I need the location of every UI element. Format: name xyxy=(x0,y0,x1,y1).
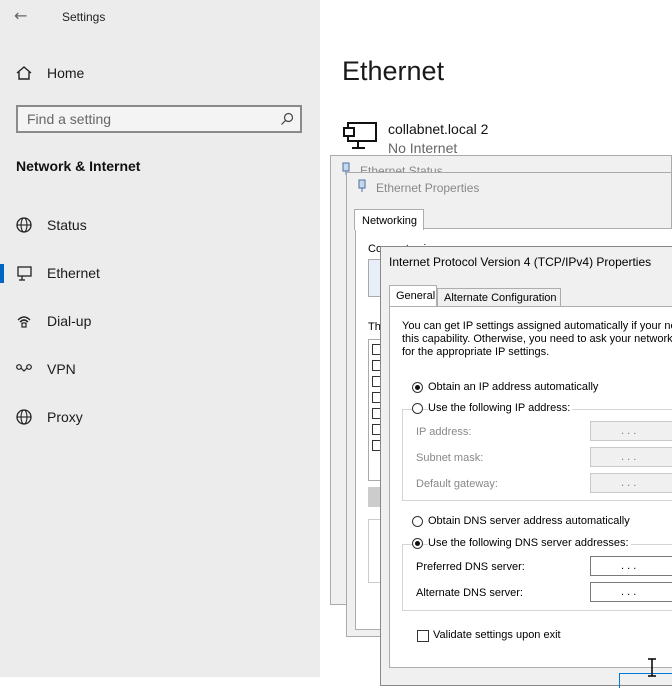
description-line-1: You can get IP settings assigned automat… xyxy=(402,320,672,332)
nav-item-status[interactable]: Status xyxy=(0,208,320,242)
search-input-wrapper[interactable] xyxy=(16,105,302,133)
active-indicator xyxy=(0,264,4,283)
use-following-ip-label[interactable]: Use the following IP address: xyxy=(428,402,573,414)
network-status: No Internet xyxy=(388,140,458,156)
subnet-mask-label: Subnet mask: xyxy=(416,452,484,464)
default-gateway-field[interactable]: . . . xyxy=(590,473,672,493)
description-line-3: for the appropriate IP settings. xyxy=(402,346,550,358)
nav-item-vpn[interactable]: VPN xyxy=(0,352,320,386)
alternate-dns-field[interactable]: . . . xyxy=(590,582,672,602)
obtain-dns-auto-radio[interactable] xyxy=(412,516,423,527)
page-title: Ethernet xyxy=(342,56,445,86)
tab-alternate-configuration[interactable]: Alternate Configuration xyxy=(437,288,561,307)
nav-item-proxy[interactable]: Proxy xyxy=(0,400,320,434)
globe-icon xyxy=(16,409,32,425)
preferred-dns-label: Preferred DNS server: xyxy=(416,561,525,573)
obtain-ip-auto-label[interactable]: Obtain an IP address automatically xyxy=(428,381,598,393)
nav-home[interactable]: Home xyxy=(0,56,320,90)
nav-item-label: VPN xyxy=(47,361,76,377)
nav-item-ethernet[interactable]: Ethernet xyxy=(0,256,320,290)
nav-item-label: Status xyxy=(47,217,87,233)
nav-item-dial-up[interactable]: Dial-up xyxy=(0,304,320,338)
preferred-dns-field[interactable]: . . . xyxy=(590,556,672,576)
tab-networking[interactable]: Networking xyxy=(354,209,424,230)
network-monitor-icon xyxy=(343,122,377,149)
section-title: Network & Internet xyxy=(16,158,141,174)
settings-sidebar: ← Settings Home Network & Internet Statu… xyxy=(0,0,320,677)
validate-settings-checkbox[interactable] xyxy=(417,630,429,642)
home-icon xyxy=(16,66,32,80)
description-line-2: this capability. Otherwise, you need to … xyxy=(402,333,672,345)
nav-item-label: Ethernet xyxy=(47,265,100,281)
dialup-icon xyxy=(17,316,31,328)
globe-icon xyxy=(16,217,32,233)
ip-address-label: IP address: xyxy=(416,426,472,438)
nav-item-label: Dial-up xyxy=(47,313,92,329)
general-tab-panel: You can get IP settings assigned automat… xyxy=(389,306,672,668)
obtain-ip-auto-radio[interactable] xyxy=(412,382,423,393)
ethernet-properties-window-icon xyxy=(358,179,366,192)
search-icon[interactable] xyxy=(280,112,294,126)
ethernet-properties-title: Ethernet Properties xyxy=(376,181,480,195)
search-input[interactable] xyxy=(27,109,267,129)
use-following-ip-radio[interactable] xyxy=(412,403,423,414)
ip-address-field[interactable]: . . . xyxy=(590,421,672,441)
validate-settings-label[interactable]: Validate settings upon exit xyxy=(433,629,561,641)
network-name[interactable]: collabnet.local 2 xyxy=(388,121,488,137)
tab-general[interactable]: General xyxy=(389,285,437,307)
nav-item-label: Proxy xyxy=(47,409,83,425)
subnet-mask-field[interactable]: . . . xyxy=(590,447,672,467)
nav-home-label: Home xyxy=(47,65,85,81)
back-arrow-icon[interactable]: ← xyxy=(14,6,27,25)
monitor-icon xyxy=(17,266,32,281)
obtain-dns-auto-label[interactable]: Obtain DNS server address automatically xyxy=(428,515,630,527)
alternate-dns-label: Alternate DNS server: xyxy=(416,587,523,599)
vpn-icon xyxy=(16,364,32,372)
items-list-label: Th xyxy=(368,321,381,333)
app-title: Settings xyxy=(62,10,106,24)
use-following-dns-radio[interactable] xyxy=(412,538,423,549)
ipv4-properties-dialog[interactable]: Internet Protocol Version 4 (TCP/IPv4) P… xyxy=(380,246,672,688)
text-cursor-icon xyxy=(648,658,656,677)
default-gateway-label: Default gateway: xyxy=(416,478,498,490)
ipv4-dialog-title: Internet Protocol Version 4 (TCP/IPv4) P… xyxy=(389,255,652,269)
use-following-dns-label[interactable]: Use the following DNS server addresses: xyxy=(428,537,631,549)
